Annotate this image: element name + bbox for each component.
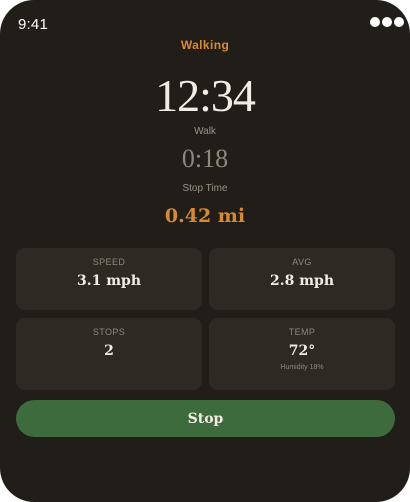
humidity-note: Humidity 18% <box>280 364 324 371</box>
walk-timer-label: Walk <box>194 126 216 137</box>
stop-timer-label: Stop Time <box>182 183 228 194</box>
temp-card: TEMP 72° Humidity 18% <box>209 318 395 390</box>
stops-card: STOPS 2 <box>16 318 202 390</box>
status-dot-icon <box>394 17 404 27</box>
stops-label: STOPS <box>92 327 126 337</box>
temp-label: TEMP <box>288 327 316 337</box>
status-dot-icon <box>382 17 392 27</box>
status-dot-icon <box>370 17 380 27</box>
status-indicator-icon <box>370 17 404 27</box>
avg-card: AVG 2.8 mph <box>209 248 395 310</box>
status-time: 9:41 <box>18 16 48 33</box>
stop-button[interactable]: Stop <box>16 400 395 437</box>
activity-title: Walking <box>180 38 230 52</box>
walk-timer: 12:34 <box>155 70 256 121</box>
stops-value: 2 <box>104 343 114 359</box>
avg-label: AVG <box>292 257 312 267</box>
speed-card: SPEED 3.1 mph <box>16 248 202 310</box>
temp-value: 72° <box>288 343 316 359</box>
speed-label: SPEED <box>92 257 126 267</box>
watch-screen: 9:41 Walking 12:34 Walk 0:18 Stop Time 0… <box>0 0 410 502</box>
speed-value: 3.1 mph <box>76 273 141 289</box>
stop-timer: 0:18 <box>181 144 229 173</box>
distance-value: 0.42 mi <box>164 205 246 227</box>
avg-value: 2.8 mph <box>269 273 334 289</box>
